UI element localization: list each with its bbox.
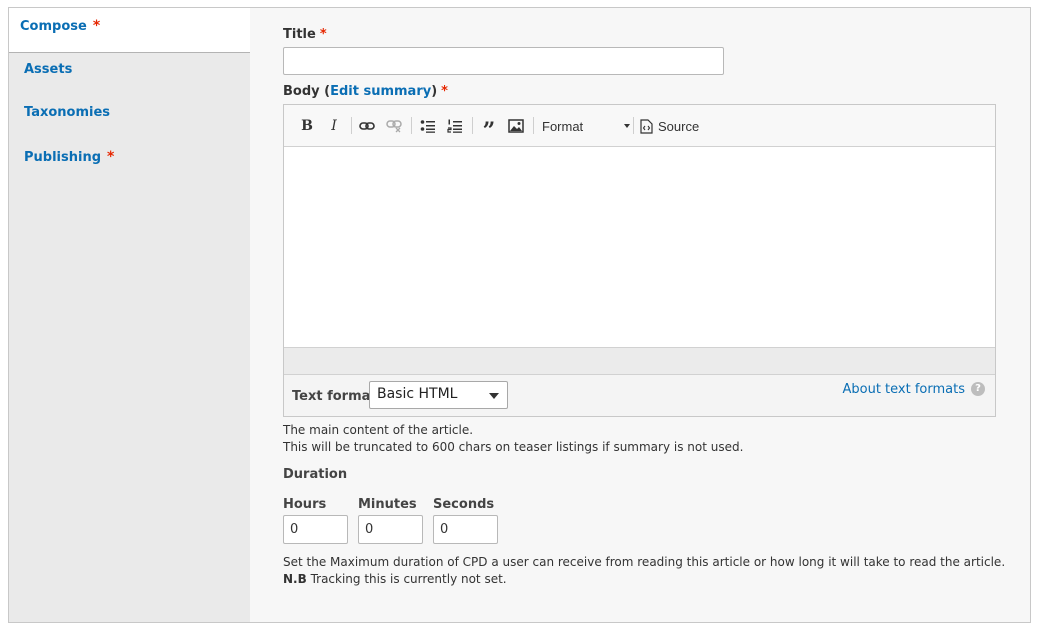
hours-label: Hours (283, 497, 327, 512)
text-format-bar: Text format Basic HTML About text format… (284, 374, 995, 416)
required-marker: * (319, 27, 327, 42)
toolbar-separator (411, 117, 412, 134)
chevron-down-icon (624, 124, 630, 128)
unlink-icon[interactable] (385, 116, 403, 136)
required-marker: * (107, 149, 115, 165)
body-editor: B I ” Format Source Text format Basic HT… (283, 104, 996, 417)
seconds-label: Seconds (433, 497, 495, 512)
editor-content-area[interactable] (284, 147, 995, 347)
numbered-list-icon[interactable] (446, 116, 464, 136)
minutes-input[interactable] (358, 515, 423, 544)
source-label: Source (658, 118, 700, 134)
tab-publishing-label: Publishing (24, 150, 102, 165)
tab-compose[interactable]: Compose * (9, 8, 250, 53)
format-dropdown-label: Format (542, 118, 584, 134)
edit-summary-link[interactable]: Edit summary (330, 84, 431, 99)
help-icon[interactable]: ? (971, 382, 985, 396)
format-dropdown[interactable]: Format (542, 116, 632, 136)
tab-assets[interactable]: Assets (9, 62, 250, 77)
source-button[interactable]: Source (640, 116, 702, 136)
seconds-input[interactable] (433, 515, 498, 544)
body-description-line-1: The main content of the article. (283, 423, 474, 437)
hours-input[interactable] (283, 515, 348, 544)
text-format-value: Basic HTML (377, 386, 458, 402)
chevron-down-icon (489, 393, 499, 399)
tab-taxonomies[interactable]: Taxonomies (9, 105, 250, 120)
editor-path-bar (284, 347, 995, 374)
title-label: Title * (283, 27, 327, 42)
toolbar-separator (472, 117, 473, 134)
tab-assets-label: Assets (24, 62, 73, 77)
text-format-select[interactable]: Basic HTML (369, 381, 508, 409)
title-input[interactable] (283, 47, 724, 75)
body-label: Body (Edit summary) * (283, 84, 448, 99)
duration-note: N.B Tracking this is currently not set. (283, 572, 507, 586)
source-icon (640, 118, 653, 134)
note-prefix: N.B (283, 572, 307, 586)
minutes-label: Minutes (358, 497, 417, 512)
node-edit-form: Compose * Assets Taxonomies Publishing * T… (8, 7, 1031, 623)
toolbar-separator (633, 117, 634, 134)
required-marker: * (92, 18, 101, 34)
image-icon[interactable] (507, 116, 525, 136)
body-description-line-2: This will be truncated to 600 chars on t… (283, 440, 744, 454)
editor-toolbar: B I ” Format Source (284, 105, 995, 147)
required-marker: * (441, 84, 448, 99)
bulleted-list-icon[interactable] (419, 116, 437, 136)
tab-publishing[interactable]: Publishing * (9, 149, 250, 165)
tab-taxonomies-label: Taxonomies (24, 105, 111, 120)
bold-icon[interactable]: B (298, 116, 316, 136)
link-icon[interactable] (358, 116, 376, 136)
duration-description: Set the Maximum duration of CPD a user c… (283, 555, 1006, 569)
duration-label: Duration (283, 467, 348, 482)
blockquote-icon[interactable]: ” (479, 116, 499, 144)
note-text: Tracking this is currently not set. (306, 572, 507, 586)
italic-icon[interactable]: I (325, 116, 343, 136)
text-format-label: Text format (292, 389, 377, 404)
about-text-formats-link[interactable]: About text formats (842, 382, 965, 397)
toolbar-separator (533, 117, 534, 134)
toolbar-separator (351, 117, 352, 134)
tab-compose-label: Compose (20, 19, 87, 34)
vertical-tabs: Compose * Assets Taxonomies Publishing * (9, 8, 250, 622)
